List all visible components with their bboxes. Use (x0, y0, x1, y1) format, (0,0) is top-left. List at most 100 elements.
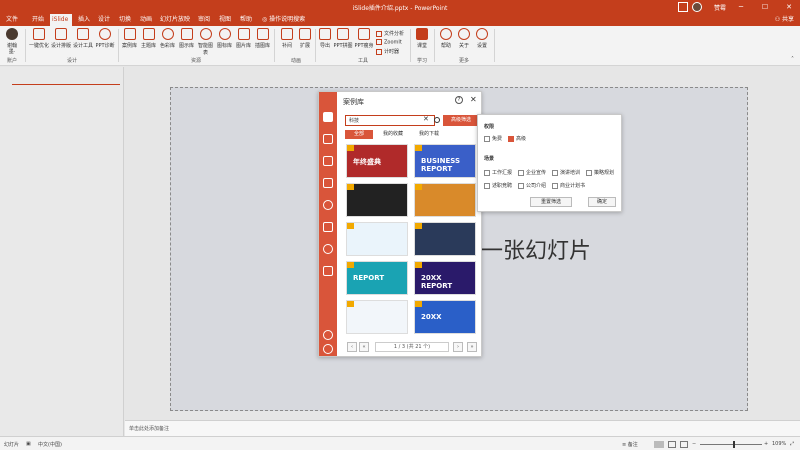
image-nav-icon[interactable] (323, 222, 333, 232)
account-avatar[interactable] (6, 28, 18, 40)
checkbox-business-plan[interactable]: 商业计划书 (552, 182, 585, 189)
account-button[interactable]: 谢翰 墨· (3, 43, 21, 55)
tab-file[interactable]: 文件 (4, 14, 20, 26)
slide-thumbnail-pane[interactable] (0, 67, 124, 436)
settings-nav-icon[interactable] (323, 330, 333, 340)
design-tools-button[interactable]: 设计工具 (72, 28, 94, 49)
chart-nav-icon[interactable] (323, 200, 333, 210)
case-library-button[interactable]: 案例库 (120, 28, 139, 49)
search-input[interactable] (345, 115, 435, 126)
close-icon[interactable]: ✕ (470, 95, 477, 104)
diagram-nav-icon[interactable] (323, 156, 333, 166)
checkbox-work-report[interactable]: 工作汇报 (484, 169, 512, 176)
zoom-slider-handle[interactable] (733, 441, 735, 448)
hierarchy-nav-icon[interactable] (323, 178, 333, 188)
ppt-collage-button[interactable]: PPT拼图 (332, 28, 354, 49)
checkbox-strategy[interactable]: 策略规划 (586, 169, 614, 176)
rocket-nav-icon[interactable] (323, 266, 333, 276)
color-library-button[interactable]: 色彩库 (158, 28, 177, 49)
tab-favorites[interactable]: 我的收藏 (375, 130, 411, 139)
smart-chart-button[interactable]: 智能图表 (196, 28, 215, 56)
spell-check-icon[interactable]: ▣ (26, 441, 31, 447)
settings-button[interactable]: 设置 (473, 28, 491, 49)
confirm-button[interactable]: 确定 (588, 197, 616, 207)
language-indicator[interactable]: 中文(中国) (38, 441, 62, 448)
tween-button[interactable]: 补间 (278, 28, 296, 49)
fit-slide-icon[interactable]: ⤢ (790, 441, 794, 447)
theme-nav-icon[interactable] (323, 134, 333, 144)
user-avatar[interactable] (692, 2, 702, 12)
ppt-slim-button[interactable]: PPT瘦身 (354, 28, 374, 49)
tab-islide[interactable]: iSlide (50, 14, 72, 26)
template-card[interactable] (414, 222, 476, 256)
search-icon[interactable] (434, 117, 440, 123)
zoom-slider[interactable] (700, 444, 762, 445)
power-nav-icon[interactable] (323, 344, 333, 354)
advanced-filter-button[interactable]: 高级筛选 (443, 115, 479, 126)
pager-last-button[interactable]: » (467, 342, 477, 352)
export-button[interactable]: 导出 (318, 28, 332, 49)
reading-view-icon[interactable] (680, 441, 688, 448)
tab-design[interactable]: 设计 (96, 14, 112, 26)
tab-home[interactable]: 开始 (30, 14, 46, 26)
help-icon[interactable]: ? (455, 96, 463, 104)
tab-all[interactable]: 全部 (345, 130, 373, 139)
minimize-icon[interactable]: ─ (730, 0, 752, 14)
notes-toggle[interactable]: ≡ 备注 (622, 441, 638, 448)
slide-sorter-icon[interactable] (668, 441, 676, 448)
file-analysis-button[interactable]: 文件分析 (376, 30, 404, 37)
timer-button[interactable]: 计时器 (376, 48, 399, 55)
globe-nav-icon[interactable] (323, 244, 333, 254)
tab-slideshow[interactable]: 幻灯片放映 (158, 14, 192, 26)
notes-pane[interactable]: 单击此处添加备注 (125, 420, 800, 436)
zoom-out-icon[interactable]: − (692, 441, 696, 447)
template-card[interactable]: 20XX REPORT (414, 261, 476, 295)
tell-me-search[interactable]: ◎ 操作说明搜索 (260, 14, 307, 26)
theme-library-button[interactable]: 主题库 (139, 28, 158, 49)
zoom-level[interactable]: 109% (772, 441, 786, 447)
image-library-button[interactable]: 图片库 (234, 28, 253, 49)
template-card[interactable] (346, 183, 408, 217)
zoomit-button[interactable]: ZoomIt (376, 39, 402, 46)
tab-downloads[interactable]: 我的下载 (411, 130, 447, 139)
case-library-nav-icon[interactable] (323, 112, 333, 122)
checkbox-company-intro[interactable]: 公司介绍 (518, 182, 546, 189)
pager-prev-button[interactable]: ‹ (347, 342, 357, 352)
checkbox-premium[interactable]: 高级 (508, 135, 526, 142)
zoom-in-icon[interactable]: + (764, 441, 768, 447)
slide-title-text[interactable]: 一张幻灯片 (481, 233, 591, 265)
clear-search-icon[interactable]: ✕ (423, 115, 429, 123)
about-button[interactable]: 关于 (455, 28, 473, 49)
tab-insert[interactable]: 插入 (76, 14, 92, 26)
help-button[interactable]: 帮助 (437, 28, 455, 49)
icon-library-button[interactable]: 图标库 (215, 28, 234, 49)
classroom-button[interactable]: 课堂 (413, 28, 431, 49)
template-card[interactable]: 20XX (414, 300, 476, 334)
extend-button[interactable]: 扩展 (296, 28, 314, 49)
pager-next-button[interactable]: › (453, 342, 463, 352)
ribbon-display-icon[interactable] (678, 2, 688, 12)
tab-animations[interactable]: 动画 (138, 14, 154, 26)
template-card[interactable] (346, 222, 408, 256)
checkbox-job-review[interactable]: 述职竞聘 (484, 182, 512, 189)
tab-transitions[interactable]: 切换 (117, 14, 133, 26)
template-card[interactable]: 年终盛典 (346, 144, 408, 178)
tab-review[interactable]: 审阅 (196, 14, 212, 26)
design-layout-button[interactable]: 设计排版 (50, 28, 72, 49)
tab-view[interactable]: 视图 (217, 14, 233, 26)
tab-help[interactable]: 帮助 (238, 14, 254, 26)
template-card[interactable] (414, 183, 476, 217)
normal-view-icon[interactable] (654, 441, 664, 448)
template-card[interactable]: REPORT (346, 261, 408, 295)
pager-first-button[interactable]: « (359, 342, 369, 352)
close-window-icon[interactable]: ✕ (778, 0, 800, 14)
template-card[interactable]: BUSINESS REPORT (414, 144, 476, 178)
illustration-library-button[interactable]: 插图库 (253, 28, 272, 49)
diagram-library-button[interactable]: 图示库 (177, 28, 196, 49)
one-click-optimize-button[interactable]: 一键优化 (28, 28, 50, 49)
template-card[interactable] (346, 300, 408, 334)
share-button[interactable]: ⚇ 共享 (775, 14, 794, 26)
reset-filter-button[interactable]: 重置筛选 (530, 197, 572, 207)
collapse-ribbon-icon[interactable]: ˄ (791, 56, 794, 63)
checkbox-free[interactable]: 免费 (484, 135, 502, 142)
